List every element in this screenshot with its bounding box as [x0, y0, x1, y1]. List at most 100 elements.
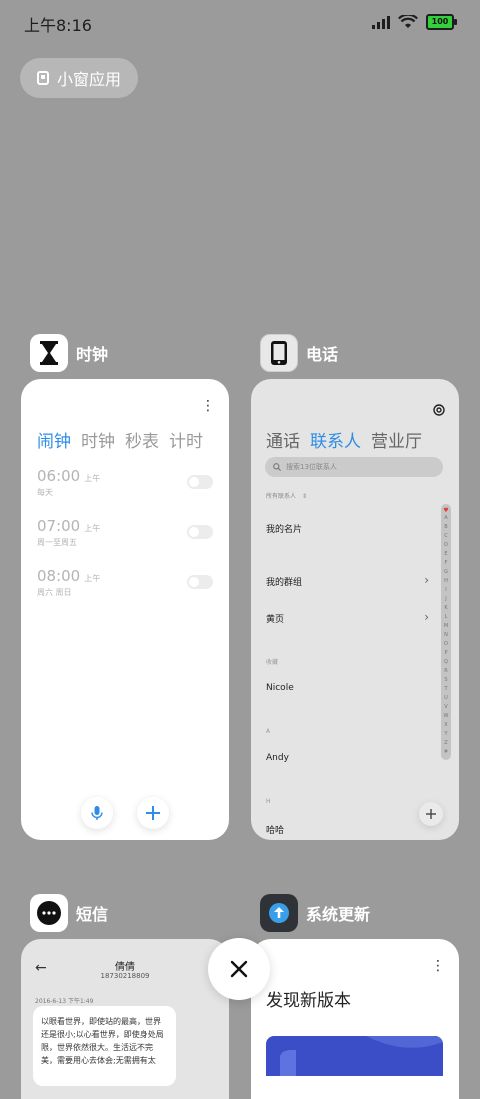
alarm-time: 06:00: [37, 467, 81, 485]
microphone-icon: [91, 806, 103, 820]
alarm-repeat: 周六 周日: [37, 588, 72, 597]
index-letter[interactable]: M: [444, 622, 448, 631]
my-groups-row[interactable]: 我的群组: [266, 575, 302, 588]
tab-service-hall[interactable]: 营业厅: [371, 427, 422, 452]
voice-alarm-button[interactable]: [81, 797, 113, 829]
alarm-time: 08:00: [37, 567, 81, 585]
battery-icon: 100: [426, 14, 457, 30]
index-letter[interactable]: S: [444, 676, 447, 685]
alarm-ampm: 上午: [84, 574, 101, 583]
index-letter[interactable]: R: [444, 667, 447, 676]
index-letter[interactable]: A: [444, 514, 447, 523]
index-letter[interactable]: Z: [444, 739, 447, 748]
section-letter: H: [266, 798, 271, 805]
upgrade-arrow-icon: [269, 903, 289, 923]
floating-window-icon: [36, 71, 49, 85]
index-letter[interactable]: D: [444, 541, 448, 550]
index-letter[interactable]: I: [445, 586, 446, 595]
updater-app-name: 系统更新: [306, 905, 371, 924]
contact-filter-label: 所有联系人: [266, 493, 297, 500]
version-graphic-icon: [280, 1036, 443, 1076]
tab-calls[interactable]: 通话: [266, 427, 300, 452]
updater-app-card[interactable]: ⋮ 发现新版本: [251, 939, 459, 1099]
phone-app-header[interactable]: 电话: [260, 334, 338, 372]
wifi-icon: [398, 15, 418, 28]
phone-app-name: 电话: [306, 345, 339, 364]
index-letter[interactable]: W: [444, 712, 449, 721]
contact-row[interactable]: Andy: [266, 753, 289, 763]
index-letter[interactable]: H: [444, 577, 448, 586]
index-letter[interactable]: Y: [444, 730, 447, 739]
message-date: 2016-6-13 下午1:49: [35, 998, 94, 1005]
updater-app-header[interactable]: 系统更新: [260, 894, 370, 932]
favorites-section-label: 收藏: [266, 659, 279, 666]
index-letter[interactable]: P: [444, 649, 447, 658]
clock-app-card[interactable]: ⋮ 闹钟 时钟 秒表 计时 06:00 上午 每天 07:00 上午 周一至周五 0…: [21, 379, 229, 840]
messages-app-header[interactable]: 短信: [30, 894, 108, 932]
index-letter[interactable]: U: [444, 694, 448, 703]
tab-clock[interactable]: 时钟: [81, 427, 115, 452]
message-bubble[interactable]: 以眼看世界，即使站的最高，世界还是很小;以心看世界，即使身处局限，世界依然很大。…: [33, 1006, 176, 1086]
index-letter[interactable]: #: [444, 748, 448, 757]
messages-app-name: 短信: [76, 905, 109, 924]
phone-app-card[interactable]: 通话 联系人 营业厅 搜索13位联系人 所有联系人 ⇕ 我的名片 我的群组 › …: [251, 379, 459, 840]
status-icons: 100: [372, 14, 457, 30]
close-all-button[interactable]: [208, 938, 270, 1000]
close-icon: [230, 960, 248, 978]
conversation-contact-name: 倩倩: [115, 962, 135, 973]
tab-timer[interactable]: 计时: [169, 427, 203, 452]
contact-search-input[interactable]: 搜索13位联系人: [265, 457, 443, 477]
index-letter[interactable]: K: [444, 604, 447, 613]
index-letter[interactable]: X: [444, 721, 447, 730]
index-letter[interactable]: T: [444, 685, 447, 694]
floating-window-button[interactable]: 小窗应用: [20, 58, 138, 98]
index-letter[interactable]: L: [445, 613, 448, 622]
more-icon[interactable]: ⋮: [201, 399, 215, 413]
alphabet-index-bar[interactable]: ♥ A B C D E F G H I J K L M N O P Q R S T U V W X Y Z #: [441, 504, 451, 760]
contact-filter[interactable]: 所有联系人 ⇕: [266, 491, 307, 500]
alarm-repeat: 每天: [37, 488, 53, 497]
my-card-row[interactable]: 我的名片: [266, 522, 302, 535]
chevron-right-icon: ›: [424, 573, 429, 587]
contact-row[interactable]: Nicole: [266, 683, 294, 693]
index-letter[interactable]: B: [444, 523, 447, 532]
signal-icon: [372, 15, 390, 29]
index-letter[interactable]: J: [445, 595, 446, 604]
alarm-toggle[interactable]: [187, 575, 213, 589]
status-time: 上午8:16: [24, 16, 92, 35]
tab-alarm[interactable]: 闹钟: [37, 427, 71, 452]
update-title: 发现新版本: [266, 991, 351, 1011]
index-letter[interactable]: N: [444, 631, 448, 640]
clock-tabs: 闹钟 时钟 秒表 计时: [37, 427, 203, 452]
more-icon[interactable]: ⋮: [431, 959, 445, 973]
contact-row[interactable]: 哈哈: [266, 823, 284, 836]
index-letter[interactable]: O: [444, 640, 448, 649]
favorite-heart-icon: ♥: [443, 507, 449, 514]
chevron-right-icon: ›: [424, 610, 429, 624]
tab-stopwatch[interactable]: 秒表: [125, 427, 159, 452]
yellow-pages-row[interactable]: 黄页: [266, 612, 284, 625]
alarm-toggle[interactable]: [187, 475, 213, 489]
add-alarm-button[interactable]: [137, 797, 169, 829]
alarm-ampm: 上午: [84, 524, 101, 533]
messages-app-card[interactable]: ← 倩倩 18730218809 2016-6-13 下午1:49 以眼看世界，…: [21, 939, 229, 1099]
clock-app-icon: [30, 334, 68, 372]
conversation-contact-number: 18730218809: [100, 972, 150, 980]
alarm-toggle[interactable]: [187, 525, 213, 539]
index-letter[interactable]: G: [444, 568, 448, 577]
index-letter[interactable]: E: [444, 550, 447, 559]
sort-icon: ⇕: [301, 493, 307, 500]
search-placeholder: 搜索13位联系人: [286, 463, 337, 471]
plus-icon: [426, 809, 436, 819]
update-banner: [266, 1036, 443, 1076]
index-letter[interactable]: Q: [444, 658, 448, 667]
settings-icon[interactable]: [433, 404, 445, 416]
plus-icon: [146, 806, 160, 820]
index-letter[interactable]: F: [445, 559, 448, 568]
clock-app-header[interactable]: 时钟: [30, 334, 108, 372]
add-contact-button[interactable]: [419, 802, 443, 826]
index-letter[interactable]: C: [444, 532, 448, 541]
tab-contacts[interactable]: 联系人: [310, 427, 361, 452]
alarm-ampm: 上午: [84, 474, 101, 483]
index-letter[interactable]: V: [444, 703, 447, 712]
